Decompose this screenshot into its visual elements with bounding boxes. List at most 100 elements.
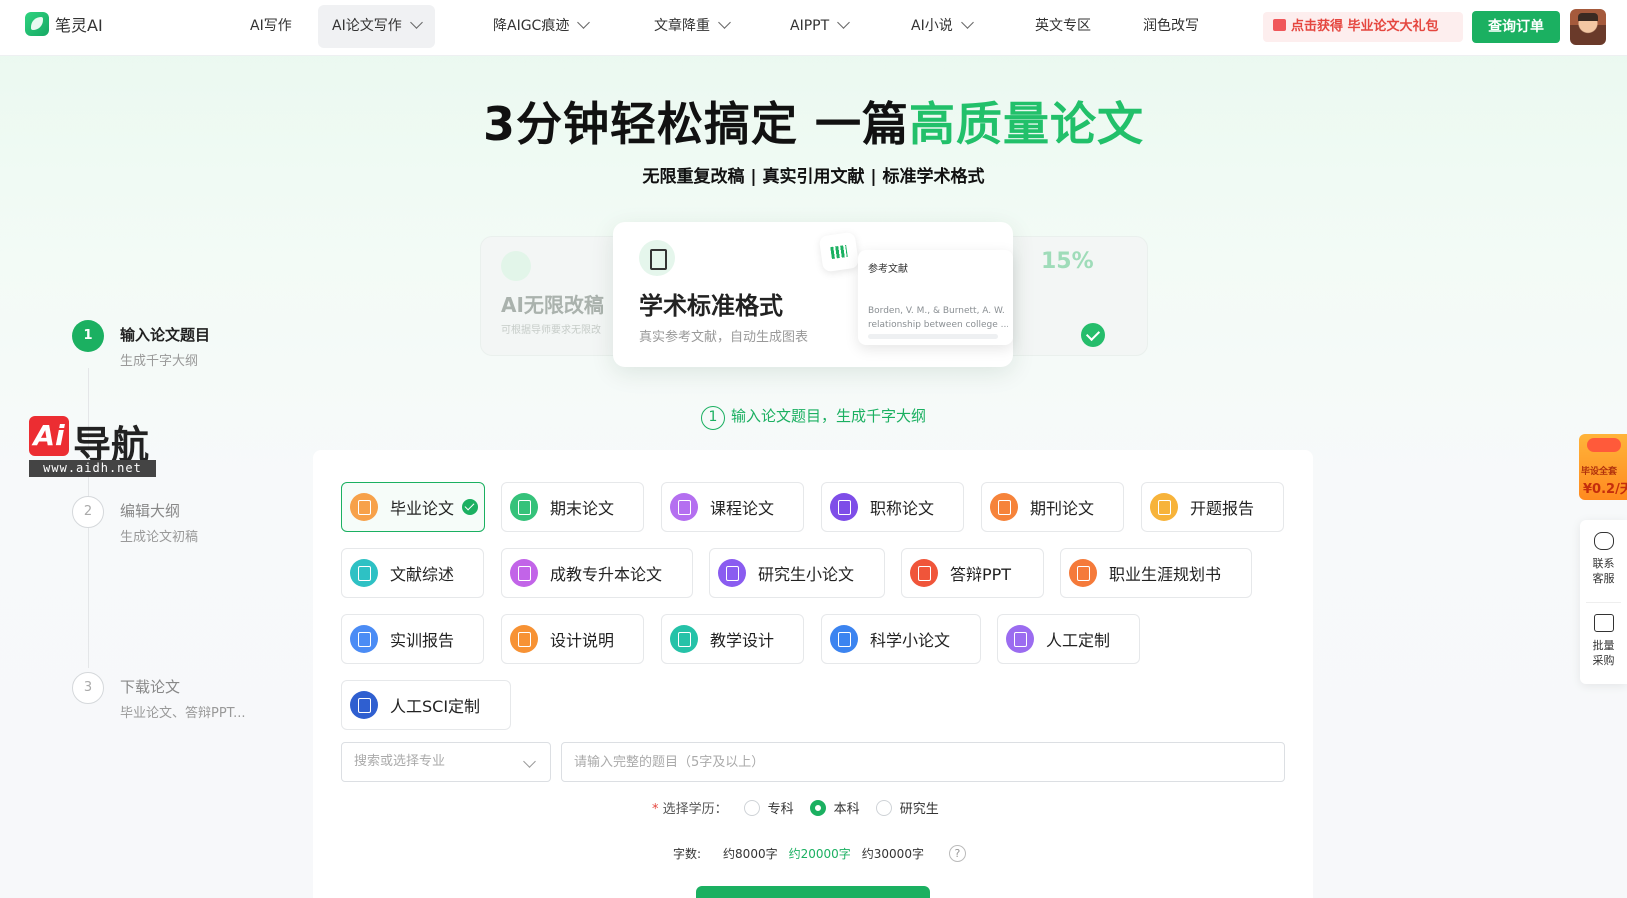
atom-icon xyxy=(830,625,858,653)
type-manual-custom[interactable]: 人工定制 xyxy=(997,614,1140,664)
nav-label: 降AIGC痕迹 xyxy=(493,18,570,34)
nav-ai-paper-writing[interactable]: AI论文写作 xyxy=(318,5,435,48)
reference-preview-card: 参考文献 Borden, V. M., & Burnett, A. W. rel… xyxy=(858,250,1013,345)
teaching-icon xyxy=(670,625,698,653)
chevron-down-icon xyxy=(409,16,423,29)
nav-label: AI写作 xyxy=(250,18,292,34)
pen-icon xyxy=(510,493,538,521)
paper-icon xyxy=(718,559,746,587)
radio-dot-selected xyxy=(809,799,826,816)
type-defense-ppt[interactable]: 答辩PPT xyxy=(901,548,1044,598)
nav-label: AI小说 xyxy=(911,18,953,34)
type-title-paper[interactable]: 职称论文 xyxy=(821,482,964,532)
radio-label: 本科 xyxy=(833,802,860,817)
feature-title: 学术标准格式 xyxy=(639,292,783,320)
book-icon xyxy=(670,493,698,521)
type-label: 成教专升本论文 xyxy=(550,565,663,584)
type-proposal-report[interactable]: 开题报告 xyxy=(1141,482,1284,532)
step-title: 编辑大纲 xyxy=(120,502,181,520)
radio-junior-college[interactable]: 专科 xyxy=(743,798,794,817)
nav-english-zone[interactable]: 英文专区 xyxy=(1021,5,1105,48)
type-label: 答辩PPT xyxy=(950,565,1012,584)
journal-icon xyxy=(990,493,1018,521)
type-label: 实训报告 xyxy=(390,631,455,650)
sci-icon xyxy=(350,691,378,719)
word-option-20000[interactable]: 约20000字 xyxy=(789,845,851,862)
type-label: 教学设计 xyxy=(710,631,775,650)
feature-title: AI无限改稿 xyxy=(501,293,604,317)
nav-label: AI论文写作 xyxy=(332,18,402,34)
contact-service-button[interactable]: 联系客服 xyxy=(1580,532,1627,586)
people-icon xyxy=(1006,625,1034,653)
major-placeholder: 搜索或选择专业 xyxy=(354,754,446,769)
promo-label: 点击获得 毕业论文大礼包 xyxy=(1291,19,1439,34)
nav-ai-novel[interactable]: AI小说 xyxy=(897,5,986,48)
nav-plagiarism-reduction[interactable]: 文章降重 xyxy=(640,5,743,48)
major-select[interactable]: 搜索或选择专业 xyxy=(341,742,551,782)
paper-title-input[interactable] xyxy=(561,742,1285,782)
contact-service-label: 联系客服 xyxy=(1592,557,1615,585)
nav-ai-writing[interactable]: AI写作 xyxy=(236,5,306,48)
step-desc: 毕业论文、答辩PPT... xyxy=(120,706,246,721)
step-desc: 生成论文初稿 xyxy=(120,530,199,545)
query-order-button[interactable]: 查询订单 xyxy=(1472,11,1560,43)
logo[interactable]: 笔灵AI xyxy=(25,12,103,36)
feature-desc: 真实参考文献，自动生成图表 xyxy=(639,330,809,345)
type-label: 期刊论文 xyxy=(1030,499,1095,518)
education-label: * 选择学历： xyxy=(652,798,728,817)
type-literature-review[interactable]: 文献综述 xyxy=(341,548,484,598)
radio-dot xyxy=(743,799,760,816)
radio-graduate[interactable]: 研究生 xyxy=(875,798,939,817)
chevron-down-icon xyxy=(960,16,974,29)
step-hint-number: 1 xyxy=(700,406,725,430)
type-course-paper[interactable]: 课程论文 xyxy=(661,482,804,532)
float-promo-title: 毕设全套 xyxy=(1581,467,1618,477)
career-icon xyxy=(1069,559,1097,587)
type-adult-education[interactable]: 成教专升本论文 xyxy=(501,548,693,598)
feature-card-plagiarism-rate: 15% xyxy=(990,236,1148,356)
help-icon[interactable]: ? xyxy=(948,845,966,862)
reference-line: Borden, V. M., & Burnett, A. W. xyxy=(868,306,1005,316)
word-option-30000[interactable]: 约30000字 xyxy=(862,845,924,862)
word-option-8000[interactable]: 约8000字 xyxy=(723,845,778,862)
type-graduation-thesis[interactable]: 毕业论文 xyxy=(341,482,485,532)
graduation-icon xyxy=(510,559,538,587)
radio-undergraduate[interactable]: 本科 xyxy=(809,798,860,817)
top-header: 笔灵AI AI写作 AI论文写作 降AIGC痕迹 文章降重 AIPPT AI小说… xyxy=(0,0,1627,56)
education-label-text: 选择学历： xyxy=(662,802,728,817)
bulk-purchase-button[interactable]: 批量采购 xyxy=(1580,614,1627,668)
nav-polish-rewrite[interactable]: 润色改写 xyxy=(1129,5,1213,48)
type-label: 职称论文 xyxy=(870,499,935,518)
generate-outline-button[interactable] xyxy=(696,886,930,898)
word-count-selector: 字数: 约8000字 约20000字 约30000字 ? xyxy=(673,845,966,862)
radio-label: 研究生 xyxy=(899,802,939,817)
type-manual-sci-custom[interactable]: 人工SCI定制 xyxy=(341,680,511,730)
hero-title-highlight: 高质量论文 xyxy=(909,97,1145,151)
type-journal-paper[interactable]: 期刊论文 xyxy=(981,482,1124,532)
user-avatar[interactable] xyxy=(1570,9,1606,45)
report-icon xyxy=(1150,493,1178,521)
percent-value: 15% xyxy=(1041,249,1094,274)
training-icon xyxy=(350,625,378,653)
type-graduate-paper[interactable]: 研究生小论文 xyxy=(709,548,885,598)
gift-bow-icon xyxy=(1587,438,1621,452)
feature-card-academic-format: 学术标准格式 真实参考文献，自动生成图表 参考文献 Borden, V. M.,… xyxy=(613,222,1013,367)
nav-aippt[interactable]: AIPPT xyxy=(776,5,862,48)
nav-label: 润色改写 xyxy=(1143,18,1199,34)
type-teaching-design[interactable]: 教学设计 xyxy=(661,614,804,664)
document-icon xyxy=(639,240,675,276)
type-final-paper[interactable]: 期末论文 xyxy=(501,482,644,532)
gift-promo-button[interactable]: 点击获得 毕业论文大礼包 xyxy=(1263,12,1463,42)
leaf-logo-icon xyxy=(25,12,49,36)
type-design-description[interactable]: 设计说明 xyxy=(501,614,644,664)
selected-check-icon xyxy=(462,499,479,515)
type-career-plan[interactable]: 职业生涯规划书 xyxy=(1060,548,1252,598)
design-icon xyxy=(510,625,538,653)
type-science-paper[interactable]: 科学小论文 xyxy=(821,614,981,664)
float-promo-badge[interactable]: 毕设全套 ¥0.2/天 xyxy=(1579,434,1627,500)
briefcase-icon xyxy=(1593,614,1614,632)
watermark-url: www.aidh.net xyxy=(29,460,156,477)
headset-icon xyxy=(1593,532,1614,550)
nav-reduce-aigc[interactable]: 降AIGC痕迹 xyxy=(479,5,602,48)
type-training-report[interactable]: 实训报告 xyxy=(341,614,484,664)
